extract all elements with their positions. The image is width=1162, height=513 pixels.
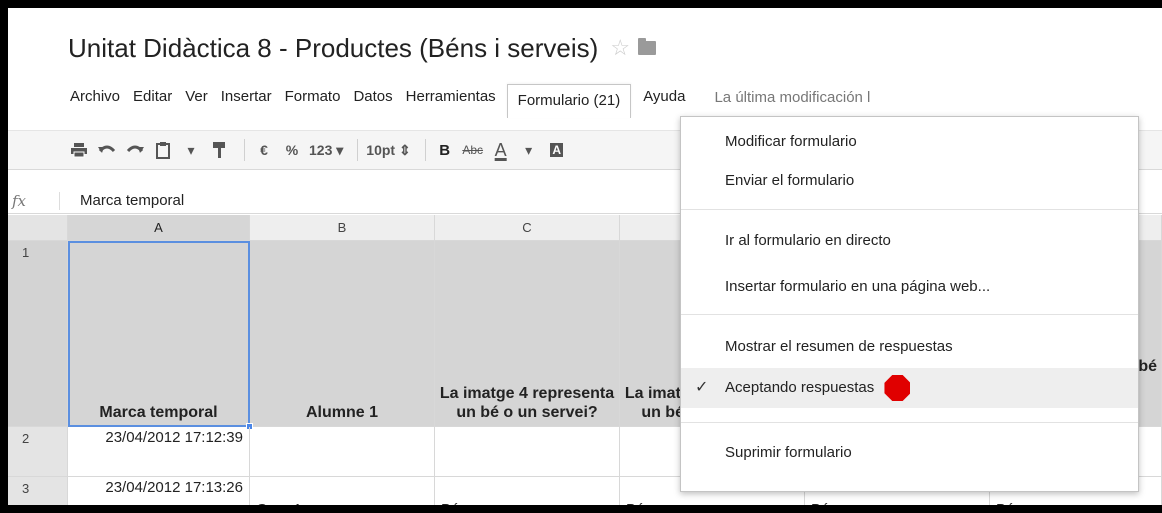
menu-item-enviar-formulario[interactable]: Enviar el formulario <box>681 163 1138 199</box>
bold-button[interactable]: B <box>434 137 456 163</box>
fill-color-label: A <box>550 143 564 157</box>
menu-item-suprimir-formulario[interactable]: Suprimir formulario <box>681 435 1138 471</box>
menu-ver[interactable]: Ver <box>185 84 208 110</box>
select-all-corner[interactable] <box>8 215 68 241</box>
column-header-c[interactable]: C <box>435 215 620 241</box>
folder-icon[interactable] <box>638 38 657 55</box>
toolbar-separator <box>424 139 426 161</box>
font-size-select[interactable]: 10pt ⇕ <box>366 137 410 163</box>
header-cell-b1[interactable]: Alumne 1 <box>250 241 435 427</box>
menu-herramientas[interactable]: Herramientas <box>406 84 496 110</box>
menu-item-ir-formulario-directo[interactable]: Ir al formulario en directo <box>681 223 1138 259</box>
menu-item-aceptando-respuestas[interactable]: ✓ Aceptando respuestas <box>681 368 1138 408</box>
cell-b2[interactable] <box>250 427 435 477</box>
menu-archivo[interactable]: Archivo <box>70 84 120 110</box>
menu-divider <box>681 209 1138 210</box>
undo-icon[interactable] <box>96 137 118 163</box>
star-icon[interactable]: ☆ <box>610 35 630 61</box>
cell-c2[interactable] <box>435 427 620 477</box>
toolbar-separator <box>244 139 245 161</box>
menubar: Archivo Editar Ver Insertar Formato Dato… <box>70 84 870 118</box>
menu-item-modificar-formulario[interactable]: Modificar formulario <box>681 124 1138 160</box>
menu-item-aceptando-label: Aceptando respuestas <box>725 379 875 396</box>
stop-icon <box>884 375 911 402</box>
strikethrough-button[interactable]: Abc <box>462 137 484 163</box>
text-color-button[interactable]: A <box>490 137 512 163</box>
cell-a3[interactable]: 23/04/2012 17:13:26 <box>68 477 250 505</box>
row-header-1[interactable]: 1 <box>8 241 68 427</box>
title-row: Unitat Didàctica 8 - Productes (Béns i s… <box>68 28 657 68</box>
formulario-dropdown-menu: Modificar formulario Enviar el formulari… <box>680 116 1139 492</box>
fill-color-button[interactable]: A <box>546 137 568 163</box>
paint-format-icon[interactable] <box>208 137 230 163</box>
row-header-2[interactable]: 2 <box>8 427 68 477</box>
app-window: Unitat Didàctica 8 - Productes (Béns i s… <box>8 8 1162 505</box>
fx-icon: fx <box>8 191 60 210</box>
chevron-down-icon[interactable]: ▾ <box>518 137 540 163</box>
header-cell-e1-text: bé <box>1138 358 1157 375</box>
chevron-down-icon[interactable]: ▾ <box>180 137 202 163</box>
row-header-3[interactable]: 3 <box>8 477 68 505</box>
column-header-a[interactable]: A <box>68 215 250 241</box>
menu-formulario[interactable]: Formulario (21) <box>506 84 632 118</box>
percent-format-button[interactable]: % <box>281 137 303 163</box>
toolbar-separator <box>357 139 359 161</box>
formula-input[interactable]: Marca temporal <box>60 192 184 209</box>
last-modified-link[interactable]: La última modificación l <box>714 89 870 106</box>
column-header-b[interactable]: B <box>250 215 435 241</box>
menu-item-insertar-formulario-web[interactable]: Insertar formulario en una página web... <box>681 269 1138 305</box>
menu-datos[interactable]: Datos <box>353 84 392 110</box>
menu-formato[interactable]: Formato <box>285 84 341 110</box>
menu-insertar[interactable]: Insertar <box>221 84 272 110</box>
document-title[interactable]: Unitat Didàctica 8 - Productes (Béns i s… <box>68 33 598 64</box>
cell-c3[interactable]: Bé <box>435 477 620 505</box>
cell-b3[interactable]: Grup 1 <box>250 477 435 505</box>
cell-a2[interactable]: 23/04/2012 17:12:39 <box>68 427 250 477</box>
menu-divider <box>681 314 1138 315</box>
check-icon: ✓ <box>695 379 709 396</box>
currency-format-button[interactable]: € <box>253 137 275 163</box>
menu-item-mostrar-resumen[interactable]: Mostrar el resumen de respuestas <box>681 329 1138 365</box>
header-cell-c1[interactable]: La imatge 4 representa un bé o un servei… <box>435 241 620 427</box>
number-format-button[interactable]: 123 ▾ <box>309 137 343 163</box>
redo-icon[interactable] <box>124 137 146 163</box>
header-cell-a1[interactable]: Marca temporal <box>68 241 250 427</box>
print-icon[interactable] <box>68 137 90 163</box>
menu-divider <box>681 422 1138 423</box>
menu-editar[interactable]: Editar <box>133 84 172 110</box>
menu-ayuda[interactable]: Ayuda <box>643 84 685 110</box>
paste-icon[interactable] <box>152 137 174 163</box>
